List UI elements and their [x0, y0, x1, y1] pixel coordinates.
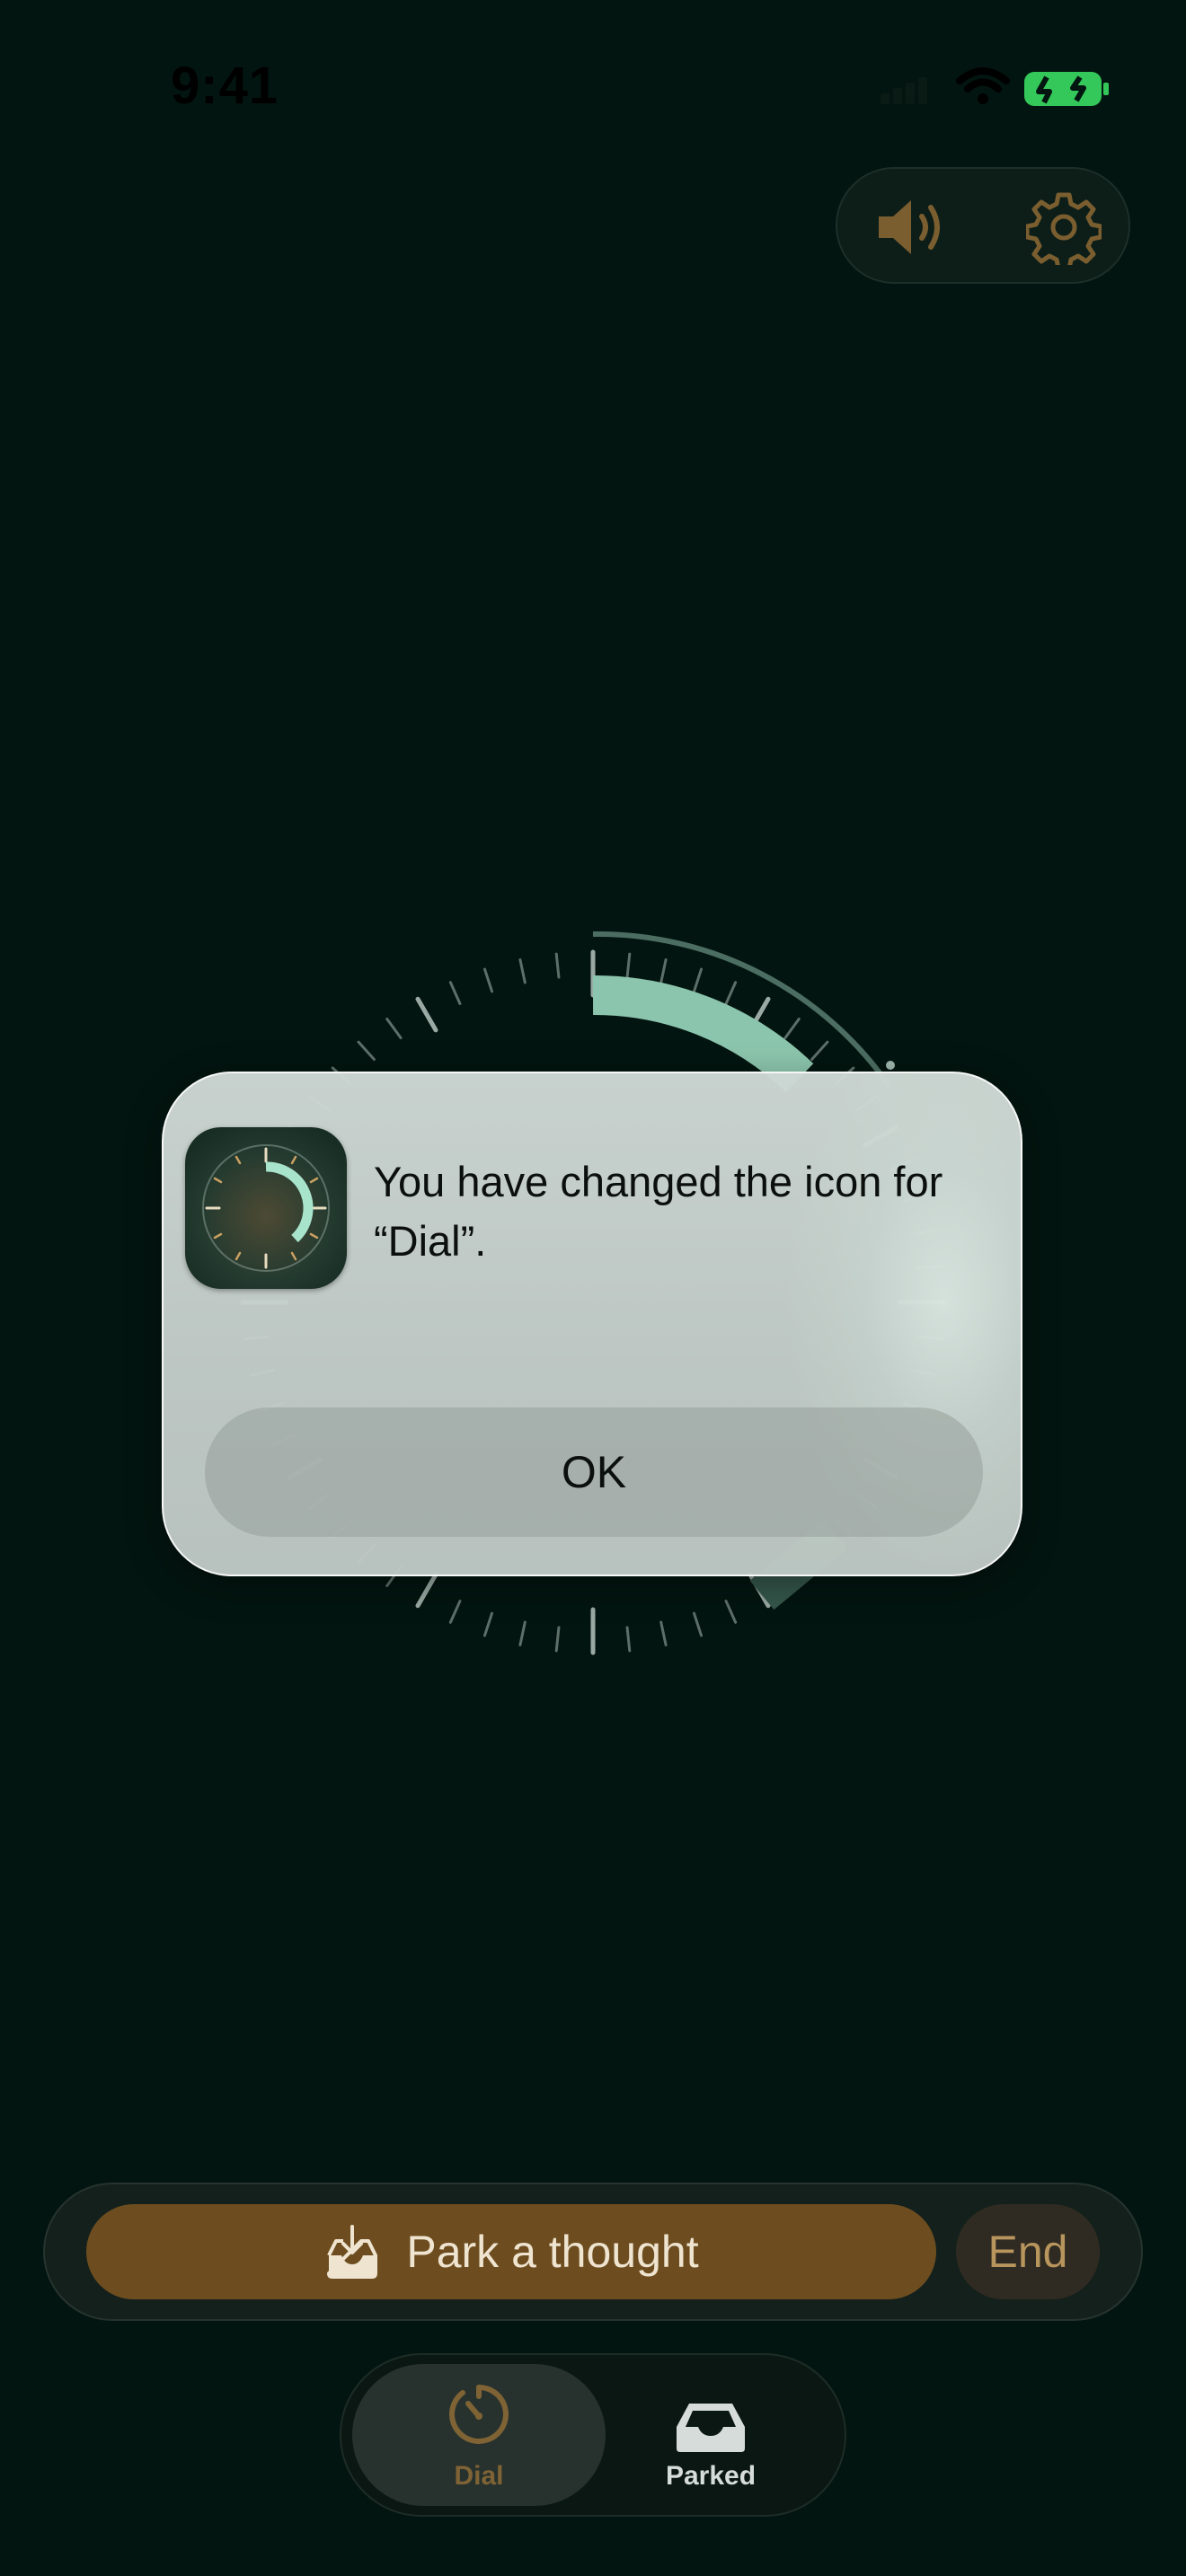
dial-tick — [482, 1611, 494, 1637]
dial-tick — [448, 981, 462, 1005]
dial-arc-end-dot — [886, 1061, 895, 1070]
alert-dialog: You have changed the icon for “Dial”. OK — [162, 1072, 1022, 1576]
status-icons — [881, 65, 1114, 110]
gear-icon[interactable] — [1024, 190, 1103, 271]
dial-tick — [659, 958, 668, 984]
dial-tick — [518, 958, 527, 984]
cellular-wifi-battery-icon — [881, 67, 1109, 106]
tab-parked-label: Parked — [665, 2461, 757, 2491]
dial-tick — [357, 1040, 376, 1061]
park-thought-label: Park a thought — [406, 2227, 699, 2277]
ok-button[interactable]: OK — [205, 1407, 983, 1537]
inbox-tray-icon — [677, 2404, 745, 2452]
dial-tick — [554, 952, 561, 979]
dial-tick — [783, 1017, 801, 1040]
dial-app-icon — [185, 1127, 347, 1289]
end-button[interactable]: End — [956, 2204, 1100, 2299]
dial-tick — [724, 981, 738, 1005]
dial-tick — [518, 1620, 527, 1646]
dial-tick — [810, 1040, 829, 1061]
dial-tick — [692, 1611, 704, 1637]
alert-message: You have changed the icon for “Dial”. — [374, 1158, 943, 1265]
status-bar: 9:41 — [0, 0, 1186, 171]
dial-tick — [448, 1600, 462, 1624]
tab-bar: Dial Parked — [340, 2353, 846, 2517]
dial-tick — [482, 967, 494, 993]
dial-tick — [625, 952, 632, 979]
dial-tick — [692, 967, 704, 993]
tab-parked[interactable]: Parked — [584, 2364, 837, 2506]
tray-download-icon — [327, 2225, 378, 2279]
tab-dial[interactable]: Dial — [352, 2364, 606, 2506]
top-controls — [836, 167, 1130, 284]
park-thought-button[interactable]: Park a thought — [86, 2204, 936, 2299]
status-time: 9:41 — [171, 57, 279, 115]
dial-tick — [724, 1600, 738, 1624]
dial-tick — [385, 1017, 403, 1040]
tab-dial-label: Dial — [454, 2461, 504, 2491]
action-bar: Park a thought End — [43, 2183, 1143, 2321]
dial-progress-arc — [592, 975, 814, 1093]
timer-dial-icon — [449, 2385, 509, 2444]
dial-tick — [625, 1626, 632, 1653]
dial-tick — [415, 1572, 438, 1609]
dial-tick — [554, 1626, 561, 1653]
dial-tick — [415, 996, 438, 1033]
speaker-wave-icon[interactable] — [873, 190, 949, 265]
dial-tick — [659, 1620, 668, 1646]
